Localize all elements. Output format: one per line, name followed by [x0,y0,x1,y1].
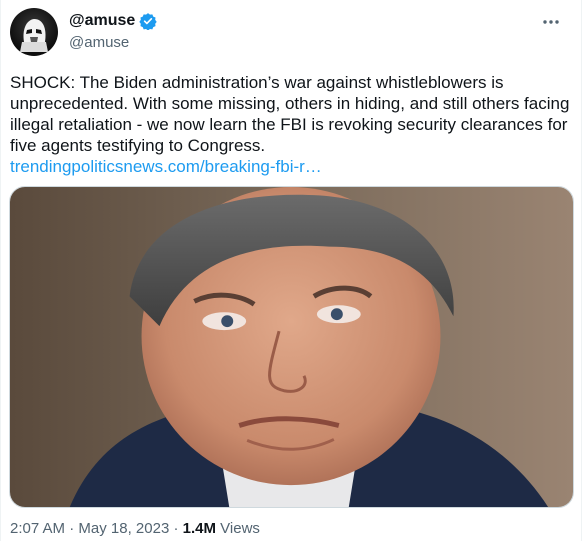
tweet-meta: 2:07 AM · May 18, 2023 · 1.4M Views [10,520,260,537]
tweet-media-image[interactable] [9,186,574,508]
author-name-row: @amuse [69,12,157,31]
photo-portrait-icon [10,187,573,507]
tweet-date[interactable]: May 18, 2023 [78,520,169,537]
tweet-text: SHOCK: The Biden administration’s war ag… [10,73,570,155]
author-display-name[interactable]: @amuse [69,12,135,30]
stormtrooper-avatar-icon [20,19,48,52]
author-handle[interactable]: @amuse [69,34,129,51]
avatar[interactable] [10,8,58,56]
tweet-card: @amuse @amuse SHOCK: The Biden administr… [0,0,582,541]
tweet-time[interactable]: 2:07 AM [10,520,65,537]
more-options-icon[interactable] [541,12,561,33]
meta-separator: · [69,520,75,537]
tweet-link[interactable]: trendingpoliticsnews.com/breaking-fbi-r… [10,156,570,177]
tweet-body: SHOCK: The Biden administration’s war ag… [10,72,570,177]
meta-separator-2: · [173,520,179,537]
views-label: Views [220,520,260,537]
verified-badge-icon [139,12,157,31]
views-count: 1.4M [182,520,216,537]
